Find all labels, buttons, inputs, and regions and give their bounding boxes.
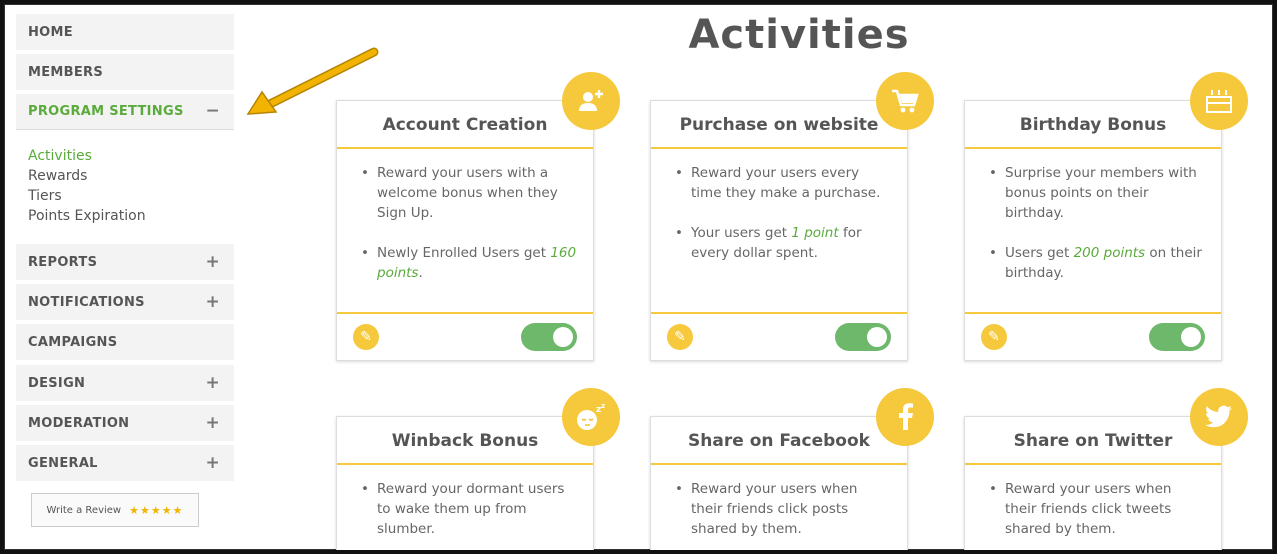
- card-bullet: Your users get 1 point for every dollar …: [675, 223, 893, 263]
- nav-reports[interactable]: REPORTS +: [16, 244, 234, 280]
- card-description: Reward your dormant users to wake them u…: [337, 465, 593, 539]
- collapse-icon[interactable]: −: [205, 103, 220, 120]
- nav-label: MEMBERS: [28, 64, 104, 80]
- card-footer: ✎: [965, 312, 1221, 360]
- card-description: Reward your users every time they make a…: [651, 149, 907, 263]
- activity-card-account-creation: Account Creation Reward your users with …: [336, 100, 594, 361]
- nav-label: DESIGN: [28, 375, 86, 391]
- birthday-cake-icon: [1190, 72, 1248, 130]
- app-window: HOME MEMBERS PROGRAM SETTINGS − Activiti…: [0, 0, 1277, 554]
- nav-campaigns[interactable]: CAMPAIGNS: [16, 324, 234, 360]
- card-bullet: Users get 200 points on their birthday.: [989, 243, 1207, 283]
- nav-home[interactable]: HOME: [16, 14, 234, 50]
- card-title: Share on Facebook: [651, 417, 907, 465]
- edit-pencil-icon[interactable]: ✎: [981, 324, 1007, 350]
- activity-card-purchase: Purchase on website Reward your users ev…: [650, 100, 908, 361]
- submenu-points-expiration[interactable]: Points Expiration: [28, 206, 146, 226]
- nav-general[interactable]: GENERAL +: [16, 445, 234, 481]
- expand-icon[interactable]: +: [205, 293, 220, 311]
- enable-toggle[interactable]: [1149, 323, 1205, 351]
- expand-icon[interactable]: +: [205, 454, 220, 472]
- card-footer: ✎: [651, 312, 907, 360]
- program-settings-submenu: Activities Rewards Tiers Points Expirati…: [28, 146, 146, 226]
- facebook-icon: [876, 388, 934, 446]
- card-description: Reward your users with a welcome bonus w…: [337, 149, 593, 283]
- nav-label: CAMPAIGNS: [28, 334, 118, 350]
- card-title: Birthday Bonus: [965, 101, 1221, 149]
- card-description: Surprise your members with bonus points …: [965, 149, 1221, 283]
- card-footer: ✎: [337, 312, 593, 360]
- card-bullet: Reward your users with a welcome bonus w…: [361, 163, 579, 223]
- expand-icon[interactable]: +: [205, 414, 220, 432]
- nav-notifications[interactable]: NOTIFICATIONS +: [16, 284, 234, 320]
- add-user-icon: [562, 72, 620, 130]
- card-bullet: Reward your dormant users to wake them u…: [361, 479, 579, 539]
- nav-moderation[interactable]: MODERATION +: [16, 405, 234, 441]
- expand-icon[interactable]: +: [205, 253, 220, 271]
- write-review-button[interactable]: Write a Review ★★★★★: [31, 493, 199, 527]
- activity-card-winback: Winback Bonus Reward your dormant users …: [336, 416, 594, 550]
- submenu-tiers[interactable]: Tiers: [28, 186, 146, 206]
- nav-label: HOME: [28, 24, 73, 40]
- twitter-icon: [1190, 388, 1248, 446]
- card-description: Reward your users when their friends cli…: [965, 465, 1221, 539]
- card-description: Reward your users when their friends cli…: [651, 465, 907, 539]
- nav-label: NOTIFICATIONS: [28, 294, 145, 310]
- submenu-rewards[interactable]: Rewards: [28, 166, 146, 186]
- activity-card-birthday: Birthday Bonus Surprise your members wit…: [964, 100, 1222, 361]
- card-bullet: Reward your users when their friends cli…: [989, 479, 1207, 539]
- enable-toggle[interactable]: [835, 323, 891, 351]
- cart-icon: [876, 72, 934, 130]
- card-title: Purchase on website: [651, 101, 907, 149]
- nav-label: GENERAL: [28, 455, 98, 471]
- nav-members[interactable]: MEMBERS: [16, 54, 234, 90]
- nav-label: PROGRAM SETTINGS: [28, 104, 184, 119]
- card-bullet: Reward your users every time they make a…: [675, 163, 893, 203]
- card-bullet: Surprise your members with bonus points …: [989, 163, 1207, 223]
- nav-label: MODERATION: [28, 415, 130, 431]
- svg-text:z: z: [601, 402, 605, 410]
- expand-icon[interactable]: +: [205, 374, 220, 392]
- card-bullet: Newly Enrolled Users get 160 points.: [361, 243, 579, 283]
- review-label: Write a Review: [46, 504, 122, 516]
- star-rating-icon: ★★★★★: [129, 503, 184, 517]
- nav-program-settings[interactable]: PROGRAM SETTINGS −: [16, 94, 234, 130]
- sidebar: HOME MEMBERS PROGRAM SETTINGS − Activiti…: [12, 12, 234, 550]
- submenu-activities[interactable]: Activities: [28, 146, 146, 166]
- card-title: Share on Twitter: [965, 417, 1221, 465]
- edit-pencil-icon[interactable]: ✎: [667, 324, 693, 350]
- edit-pencil-icon[interactable]: ✎: [353, 324, 379, 350]
- sleeping-face-icon: zz: [562, 388, 620, 446]
- page-title: Activities: [688, 12, 910, 58]
- activity-card-twitter: Share on Twitter Reward your users when …: [964, 416, 1222, 550]
- card-bullet: Reward your users when their friends cli…: [675, 479, 893, 539]
- card-title: Winback Bonus: [337, 417, 593, 465]
- nav-design[interactable]: DESIGN +: [16, 365, 234, 401]
- activity-card-facebook: Share on Facebook Reward your users when…: [650, 416, 908, 550]
- nav-label: REPORTS: [28, 254, 98, 270]
- card-title: Account Creation: [337, 101, 593, 149]
- enable-toggle[interactable]: [521, 323, 577, 351]
